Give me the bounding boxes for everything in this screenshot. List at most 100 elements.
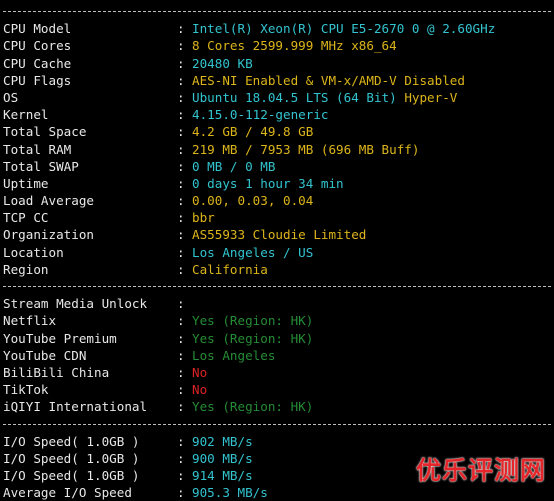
value: Yes (Region: HK) xyxy=(192,399,314,415)
colon: : xyxy=(177,21,185,37)
row-total-swap: Total SWAP:0 MB / 0 MB xyxy=(3,158,553,175)
row-os: OS: Ubuntu 18.04.5 LTS (64 Bit) Hyper-V xyxy=(3,89,553,106)
system-info-section: CPU Model: Intel(R) Xeon(R) CPU E5-2670 0… xyxy=(3,20,553,278)
divider xyxy=(3,3,553,20)
row-total-ram: Total RAM:219 MB / 7953 MB (696 MB Buff) xyxy=(3,141,553,158)
value: 902 MB/s xyxy=(192,433,253,449)
label: Organization xyxy=(3,227,94,243)
row-youtube-premium: YouTube Premium: Yes (Region: HK) xyxy=(3,330,553,347)
row-netflix: Netflix: Yes (Region: HK) xyxy=(3,312,553,329)
label: BiliBili China xyxy=(3,364,110,380)
virtualization: Hyper-V xyxy=(404,89,458,105)
colon: : xyxy=(177,158,185,174)
row-iqiyi: iQIYI International: Yes (Region: HK) xyxy=(3,398,553,415)
section-title: Stream Media Unlock xyxy=(3,296,148,312)
row-organization: Organization: AS55933 Cloudie Limited xyxy=(3,226,553,243)
label: Kernel xyxy=(3,107,49,123)
label: I/O Speed( 1.0GB ) xyxy=(3,433,140,449)
colon: : xyxy=(177,261,185,277)
value: Ubuntu 18.04.5 LTS (64 Bit) Hyper-V xyxy=(192,89,457,106)
value: 4.15.0-112-generic xyxy=(192,107,329,123)
value: bbr xyxy=(192,210,215,226)
row-bilibili: BiliBili China: No xyxy=(3,364,553,381)
value: 20480 KB xyxy=(192,55,253,71)
row-load-average: Load Average:0.00, 0.03, 0.04 xyxy=(3,192,553,209)
value: 905.3 MB/s xyxy=(192,485,268,501)
colon: : xyxy=(177,38,185,54)
stream-media-section: Stream Media Unlock: Netflix: Yes (Region… xyxy=(3,295,553,415)
label: I/O Speed( 1.0GB ) xyxy=(3,468,140,484)
media-header: Stream Media Unlock: xyxy=(3,295,553,312)
label: CPU Model xyxy=(3,21,72,37)
value: Los Angeles xyxy=(192,347,276,363)
row-uptime: Uptime:0 days 1 hour 34 min xyxy=(3,175,553,192)
label: CPU Cache xyxy=(3,55,72,71)
value: 914 MB/s xyxy=(192,468,253,484)
value: 219 MB / 7953 MB (696 MB Buff) xyxy=(192,141,420,157)
colon: : xyxy=(177,485,185,501)
colon: : xyxy=(177,296,185,312)
value: 900 MB/s xyxy=(192,450,253,466)
label: TikTok xyxy=(3,382,49,398)
colon: : xyxy=(177,347,185,363)
row-tiktok: TikTok: No xyxy=(3,381,553,398)
colon: : xyxy=(177,210,185,226)
colon: : xyxy=(177,89,185,105)
label: Total SWAP xyxy=(3,158,79,174)
value: 0 days 1 hour 34 min xyxy=(192,175,344,191)
label: CPU Flags xyxy=(3,72,72,88)
label: Location xyxy=(3,244,64,260)
value: Intel(R) Xeon(R) CPU E5-2670 0 @ 2.60GHz xyxy=(192,21,496,37)
label: I/O Speed( 1.0GB ) xyxy=(3,450,140,466)
colon: : xyxy=(177,72,185,88)
os-name: Ubuntu 18.04.5 LTS (64 Bit) xyxy=(192,89,397,105)
label: TCP CC xyxy=(3,210,49,226)
row-io-speed-1: I/O Speed( 1.0GB ):902 MB/s xyxy=(3,433,553,450)
row-total-space: Total Space:4.2 GB / 49.8 GB xyxy=(3,123,553,140)
colon: : xyxy=(177,244,185,260)
row-location: Location: Los Angeles / US xyxy=(3,244,553,261)
label: iQIYI International xyxy=(3,399,148,415)
value: 4.2 GB / 49.8 GB xyxy=(192,124,314,140)
label: Netflix xyxy=(3,313,57,329)
row-tcp-cc: TCP CC: bbr xyxy=(3,209,553,226)
value: 0.00, 0.03, 0.04 xyxy=(192,193,314,209)
colon: : xyxy=(177,450,185,466)
watermark-logo: 优乐评测网 xyxy=(415,456,546,485)
colon: : xyxy=(177,193,185,209)
colon: : xyxy=(177,141,185,157)
label: OS xyxy=(3,89,19,105)
colon: : xyxy=(177,468,185,484)
value: No xyxy=(192,364,208,380)
colon: : xyxy=(177,227,185,243)
value: AS55933 Cloudie Limited xyxy=(192,227,367,243)
row-cpu-cores: CPU Cores:8 Cores 2599.999 MHz x86_64 xyxy=(3,37,553,54)
row-region: Region: California xyxy=(3,261,553,278)
label: Region xyxy=(3,261,49,277)
value: AES-NI Enabled & VM-x/AMD-V Disabled xyxy=(192,72,465,88)
label: YouTube CDN xyxy=(3,347,87,363)
colon: : xyxy=(177,399,185,415)
label: Load Average xyxy=(3,193,94,209)
label: CPU Cores xyxy=(3,38,72,54)
terminal-output: CPU Model: Intel(R) Xeon(R) CPU E5-2670 0… xyxy=(3,3,553,501)
label: YouTube Premium xyxy=(3,330,117,346)
row-cpu-model: CPU Model: Intel(R) Xeon(R) CPU E5-2670 0… xyxy=(3,20,553,37)
row-cpu-cache: CPU Cache:20480 KB xyxy=(3,55,553,72)
colon: : xyxy=(177,124,185,140)
value: Yes (Region: HK) xyxy=(192,313,314,329)
colon: : xyxy=(177,382,185,398)
colon: : xyxy=(177,330,185,346)
divider xyxy=(3,278,553,295)
value: 8 Cores 2599.999 MHz x86_64 xyxy=(192,38,397,54)
divider xyxy=(3,416,553,433)
row-cpu-flags: CPU Flags: AES-NI Enabled & VM-x/AMD-V Di… xyxy=(3,72,553,89)
colon: : xyxy=(177,364,185,380)
label: Total RAM xyxy=(3,141,72,157)
label: Average I/O Speed xyxy=(3,485,132,501)
value: California xyxy=(192,261,268,277)
colon: : xyxy=(177,55,185,71)
colon: : xyxy=(177,175,185,191)
value: 0 MB / 0 MB xyxy=(192,158,276,174)
label: Uptime xyxy=(3,175,49,191)
